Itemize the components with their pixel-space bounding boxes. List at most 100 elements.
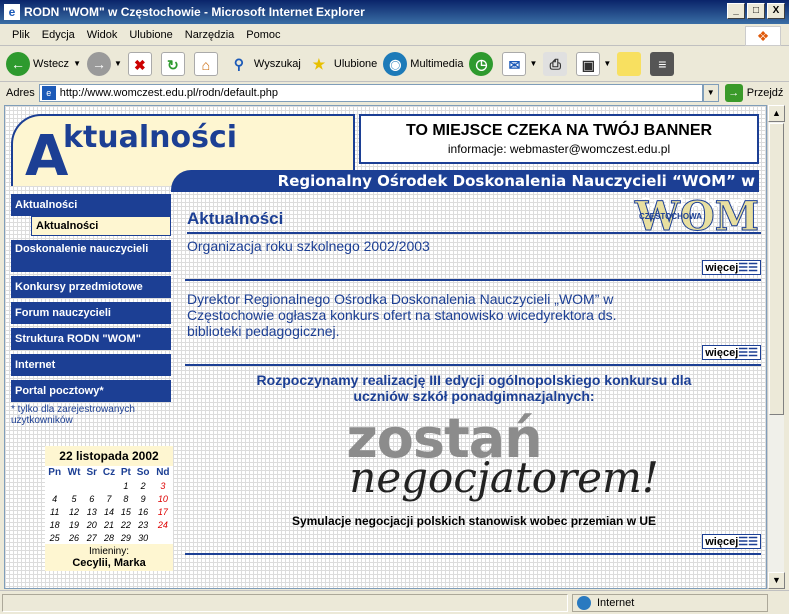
mail-button[interactable]: ✉ ▼ — [502, 51, 537, 76]
address-url: http://www.womczest.edu.pl/rodn/default.… — [59, 87, 279, 99]
more-button[interactable]: więcej☰☰ — [702, 534, 761, 549]
favorites-button[interactable]: ★ Ulubione — [307, 52, 378, 76]
news-link[interactable]: Organizacja roku szkolnego 2002/2003 — [187, 238, 761, 254]
chevron-down-icon[interactable]: ▼ — [114, 59, 122, 68]
home-button[interactable]: ⌂ — [193, 51, 221, 76]
calendar-day: 1 — [123, 480, 129, 491]
nav-subitem-aktualnosci[interactable]: Aktualności — [31, 216, 171, 236]
calendar-day: 23 — [138, 519, 149, 530]
calendar-day: 9 — [140, 493, 146, 504]
calendar-day: 3 — [160, 480, 166, 491]
address-input[interactable]: e http://www.womczest.edu.pl/rodn/defaul… — [38, 84, 703, 102]
star-icon: ★ — [312, 55, 326, 72]
windows-logo-icon: ❖ — [745, 26, 781, 46]
calendar-day — [100, 479, 119, 492]
globe-icon: ◉ — [383, 51, 408, 76]
calendar-day: 12 — [69, 506, 80, 517]
calendar-day: 30 — [138, 532, 149, 543]
banner[interactable]: TO MIEJSCE CZEKA NA TWÓJ BANNER informac… — [359, 114, 759, 164]
messenger-icon: ≡ — [650, 51, 675, 76]
sidebar-nav: Aktualności Aktualności Doskonalenie nau… — [11, 194, 171, 406]
calendar-day: 24 — [157, 519, 168, 530]
edit-button[interactable]: ▣ ▼ — [576, 51, 611, 76]
note-icon — [617, 51, 642, 76]
status-message — [2, 593, 568, 612]
nav-item-aktualnosci[interactable]: Aktualności — [11, 194, 171, 216]
more-button[interactable]: więcej☰☰ — [702, 260, 761, 275]
calendar-day: 7 — [106, 493, 112, 504]
news-item: Dyrektor Regionalnego Ośrodka Doskonalen… — [185, 281, 761, 366]
chevron-down-icon[interactable]: ▼ — [73, 59, 81, 68]
scroll-thumb[interactable] — [769, 123, 784, 415]
nav-item-struktura[interactable]: Struktura RODN "WOM" — [11, 328, 171, 350]
name-day-label: Imieniny: — [88, 546, 129, 557]
back-arrow-icon: ← — [6, 51, 30, 76]
refresh-button[interactable]: ↻ — [160, 51, 188, 76]
nav-item-doskonalenie[interactable]: Doskonalenie nauczycieli — [11, 240, 171, 272]
calendar-day: 16 — [138, 506, 149, 517]
address-dropdown-icon[interactable]: ▼ — [702, 84, 719, 102]
media-button[interactable]: ◉ Multimedia — [383, 51, 463, 76]
refresh-icon: ↻ — [160, 51, 185, 76]
address-label: Adres — [6, 87, 35, 99]
vertical-scrollbar[interactable]: ▲ ▼ — [767, 105, 785, 589]
calendar-day: 19 — [69, 519, 80, 530]
menu-ulubione[interactable]: Ulubione — [129, 29, 172, 41]
promo-logo-bottom[interactable]: negocjatorem! — [247, 456, 761, 500]
calendar-day — [64, 479, 83, 492]
go-button[interactable]: → Przejdź — [724, 84, 783, 102]
stop-button[interactable]: ✖ — [127, 51, 155, 76]
nav-item-konkursy[interactable]: Konkursy przedmiotowe — [11, 276, 171, 298]
history-button[interactable]: ◷ — [469, 51, 496, 76]
calendar-day: 18 — [49, 519, 60, 530]
nav-item-forum[interactable]: Forum nauczycieli — [11, 302, 171, 324]
calendar-grid: Pn Wt Sr Cz Pt So Nd 1 2 3 4 5 6 7 8 9 1… — [45, 466, 173, 544]
menu-narzedzia[interactable]: Narzędzia — [185, 29, 235, 41]
main-content: Aktualności CZĘSTOCHOWA WOM Organizacja r… — [185, 193, 761, 555]
calendar-day: 4 — [52, 493, 58, 504]
calendar-day — [84, 479, 100, 492]
header-big-letter: A — [25, 124, 69, 189]
toolbar: ← Wstecz ▼ → ▼ ✖ ↻ ⌂ ⚲ Wyszukaj ★ Ulubione ◉ M… — [0, 46, 789, 82]
chevron-down-icon[interactable]: ▼ — [603, 59, 611, 68]
calendar-day: 26 — [69, 532, 80, 543]
messenger-button[interactable]: ≡ — [650, 51, 677, 76]
news-link[interactable]: Dyrektor Regionalnego Ośrodka Doskonalen… — [187, 291, 647, 339]
print-button[interactable]: ⎙ — [543, 51, 570, 76]
banner-title: TO MIEJSCE CZEKA NA TWÓJ BANNER — [405, 122, 713, 139]
calendar-day-header: Pt — [120, 467, 131, 478]
calendar-day: 11 — [50, 506, 60, 517]
calendar-day: 21 — [103, 519, 114, 530]
menu-pomoc[interactable]: Pomoc — [246, 29, 280, 41]
scroll-up-icon[interactable]: ▲ — [768, 105, 785, 122]
calendar-day: 15 — [120, 506, 131, 517]
scroll-down-icon[interactable]: ▼ — [768, 572, 785, 589]
nav-item-portal[interactable]: Portal pocztowy* — [11, 380, 171, 402]
forward-button[interactable]: → ▼ — [86, 51, 122, 76]
minimize-button[interactable]: _ — [727, 3, 745, 19]
menu-edycja[interactable]: Edycja — [42, 29, 75, 41]
promo-item: Rozpoczynamy realizację III edycji ogóln… — [185, 366, 761, 555]
ie-icon: e — [4, 4, 20, 20]
edit-icon: ▣ — [576, 51, 601, 76]
note-button[interactable] — [617, 51, 644, 76]
search-button[interactable]: ⚲ Wyszukaj — [227, 52, 301, 76]
stop-icon: ✖ — [127, 51, 152, 76]
list-icon: ☰☰ — [738, 262, 758, 274]
history-icon: ◷ — [469, 51, 494, 76]
go-arrow-icon: → — [724, 84, 743, 102]
calendar-day: 13 — [86, 506, 97, 517]
back-button[interactable]: ← Wstecz ▼ — [6, 51, 81, 76]
forward-arrow-icon: → — [86, 51, 111, 76]
name-day-box: Imieniny: Cecylii, Marka — [45, 544, 173, 571]
chevron-down-icon[interactable]: ▼ — [529, 59, 537, 68]
close-button[interactable]: X — [767, 3, 785, 19]
nav-item-internet[interactable]: Internet — [11, 354, 171, 376]
maximize-button[interactable]: □ — [747, 3, 765, 19]
more-button[interactable]: więcej☰☰ — [702, 345, 761, 360]
banner-info: informacje: webmaster@womczest.edu.pl — [447, 142, 671, 156]
menu-plik[interactable]: Plik — [12, 29, 30, 41]
calendar-day: 17 — [157, 506, 168, 517]
menu-bar: Plik Edycja Widok Ulubione Narzędzia Pom… — [0, 24, 789, 46]
menu-widok[interactable]: Widok — [87, 29, 118, 41]
